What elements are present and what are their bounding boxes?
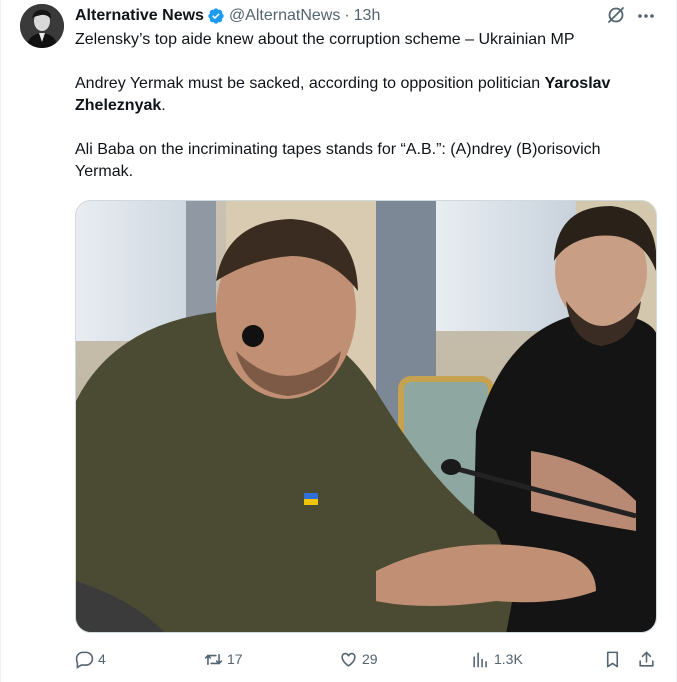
separator-dot: · — [344, 7, 350, 24]
tweet-paragraph-ali-baba: Ali Baba on the incriminating tapes stan… — [75, 141, 601, 180]
tweet-text: Zelensky’s top aide knew about the corru… — [75, 29, 660, 205]
period: . — [161, 97, 166, 114]
timestamp[interactable]: 13h — [354, 7, 381, 25]
like-icon — [341, 652, 356, 667]
like-button[interactable]: 29 — [339, 648, 378, 670]
author-name[interactable]: Alternative News — [75, 7, 204, 25]
more-icon[interactable] — [636, 6, 656, 26]
avatar[interactable] — [20, 4, 64, 48]
reply-button[interactable]: 4 — [75, 648, 106, 670]
tweet-photo[interactable] — [75, 200, 657, 633]
like-count: 29 — [362, 651, 378, 667]
reply-icon — [75, 651, 94, 669]
border-left — [0, 0, 1, 682]
views-icon — [473, 651, 487, 667]
grok-icon[interactable] — [606, 5, 626, 25]
paragraph-text: Andrey Yermak must be sacked, according … — [75, 75, 541, 92]
share-button[interactable] — [637, 648, 660, 670]
repost-count: 17 — [227, 651, 243, 667]
tweet-actions: 4 17 29 1.3K — [75, 648, 660, 670]
tweet-header: Alternative News @AlternatNews · 13h — [75, 5, 380, 27]
views-button[interactable]: 1.3K — [471, 648, 523, 670]
share-icon — [639, 651, 654, 667]
repost-button[interactable]: 17 — [204, 648, 243, 670]
tweet-headline: Zelensky’s top aide knew about the corru… — [75, 31, 575, 48]
author-handle[interactable]: @AlternatNews — [229, 7, 340, 25]
tweet-paragraph: Andrey Yermak must be sacked, according … — [75, 73, 660, 117]
bookmark-icon — [606, 651, 619, 667]
reply-count: 4 — [98, 651, 106, 667]
verified-badge-icon — [207, 7, 225, 25]
bookmark-button[interactable] — [603, 648, 626, 670]
repost-icon — [204, 653, 223, 665]
views-count: 1.3K — [494, 651, 523, 667]
